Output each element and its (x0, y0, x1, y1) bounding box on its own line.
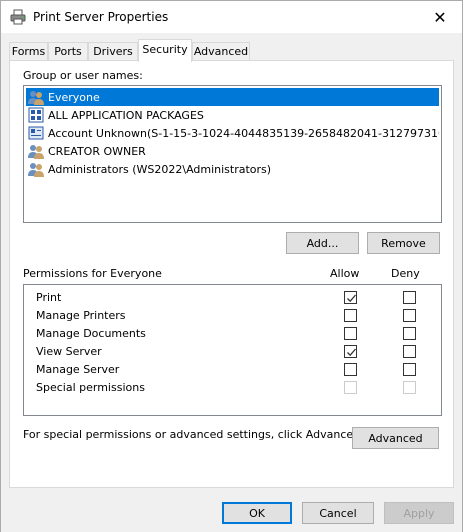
deny-checkbox[interactable] (403, 327, 416, 340)
list-item-all-application-packages[interactable]: ALL APPLICATION PACKAGES (26, 106, 439, 124)
allow-checkbox[interactable] (344, 327, 357, 340)
user-name: CREATOR OWNER (48, 144, 146, 158)
deny-checkbox (403, 381, 416, 394)
allow-column-header: Allow (330, 267, 360, 280)
permission-name: Special permissions (36, 381, 145, 394)
list-item-creator-owner[interactable]: CREATOR OWNER (26, 142, 439, 160)
permission-name: Manage Documents (36, 327, 146, 340)
user-name: Account Unknown(S-1-15-3-1024-4044835139… (48, 126, 439, 140)
tab-forms[interactable]: Forms (9, 42, 48, 61)
cancel-button[interactable]: Cancel (302, 502, 374, 524)
tab-drivers[interactable]: Drivers (88, 42, 138, 61)
permission-row: Manage Documents (34, 325, 434, 343)
advanced-button[interactable]: Advanced (352, 427, 439, 449)
permission-row: Print (34, 289, 434, 307)
tab-security[interactable]: Security (138, 39, 192, 62)
close-icon: ✕ (433, 7, 447, 27)
print-server-properties-dialog: Print Server Properties ✕ Forms Ports Dr… (0, 0, 463, 532)
allow-checkbox[interactable] (344, 363, 357, 376)
apply-button[interactable]: Apply (384, 502, 454, 524)
allow-checkbox (344, 381, 357, 394)
permissions-label: Permissions for Everyone (23, 267, 162, 280)
user-name: Everyone (48, 90, 100, 104)
user-name: Administrators (WS2022\Administrators) (48, 162, 272, 176)
allow-checkbox[interactable] (344, 309, 357, 322)
tab-advanced[interactable]: Advanced (192, 42, 250, 61)
deny-checkbox[interactable] (403, 363, 416, 376)
close-button[interactable]: ✕ (418, 1, 462, 33)
group-icon (28, 145, 44, 159)
deny-checkbox[interactable] (403, 291, 416, 304)
permission-row: Manage Printers (34, 307, 434, 325)
packages-icon (28, 107, 44, 123)
list-item-administrators[interactable]: Administrators (WS2022\Administrators) (26, 160, 439, 178)
allow-checkbox[interactable] (344, 291, 357, 304)
user-name: ALL APPLICATION PACKAGES (48, 108, 204, 122)
permission-name: Print (36, 291, 62, 304)
add-button[interactable]: Add... (286, 232, 359, 254)
group-icon (28, 91, 44, 105)
deny-column-header: Deny (391, 267, 420, 280)
remove-button[interactable]: Remove (367, 232, 440, 254)
permission-row: Manage Server (34, 361, 434, 379)
window-title: Print Server Properties (33, 10, 169, 24)
group-names-label: Group or user names: (23, 69, 143, 82)
user-list[interactable]: Everyone ALL APPLICATION PACKAGES Accoun… (23, 85, 442, 223)
permission-name: Manage Server (36, 363, 120, 376)
ok-button[interactable]: OK (222, 502, 292, 524)
title-bar: Print Server Properties ✕ (1, 1, 462, 33)
permission-name: Manage Printers (36, 309, 126, 322)
permission-row: View Server (34, 343, 434, 361)
list-item-everyone[interactable]: Everyone (26, 88, 439, 106)
tab-ports[interactable]: Ports (48, 42, 88, 61)
deny-checkbox[interactable] (403, 309, 416, 322)
permissions-list: Print Manage Printers Manage Documents View… (23, 284, 442, 416)
allow-checkbox[interactable] (344, 345, 357, 358)
advanced-note: For special permissions or advanced sett… (23, 428, 364, 441)
unknown-account-icon (28, 126, 44, 140)
printer-icon (10, 9, 26, 25)
group-icon (28, 163, 44, 177)
deny-checkbox[interactable] (403, 345, 416, 358)
permission-row: Special permissions (34, 379, 434, 397)
list-item-account-unknown[interactable]: Account Unknown(S-1-15-3-1024-4044835139… (26, 124, 439, 142)
permission-name: View Server (36, 345, 102, 358)
